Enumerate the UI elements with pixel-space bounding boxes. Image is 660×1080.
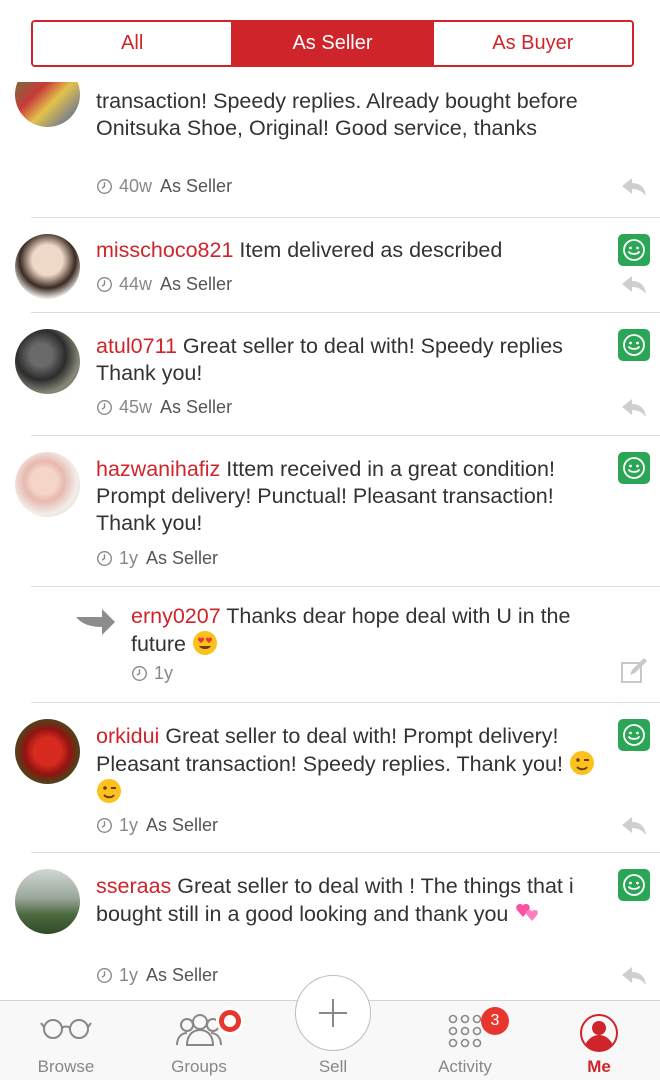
tab-label: Activity bbox=[438, 1057, 492, 1076]
feedback-text: misschoco821 Item delivered as described bbox=[96, 238, 503, 262]
clock-icon bbox=[97, 968, 112, 983]
plus-icon bbox=[319, 999, 347, 1027]
feedback-text: atul0711 Great seller to deal with! Spee… bbox=[96, 334, 563, 385]
tab-label: Browse bbox=[37, 1057, 95, 1076]
sell-button[interactable] bbox=[295, 975, 371, 1051]
avatar[interactable] bbox=[15, 719, 80, 784]
segment-as-buyer[interactable]: As Buyer bbox=[431, 22, 632, 65]
feedback-item: transaction! Speedy replies. Already bou… bbox=[0, 82, 660, 218]
heart-eyes-emoji-icon bbox=[192, 631, 217, 655]
clock-icon bbox=[97, 551, 112, 566]
reply-icon[interactable] bbox=[620, 815, 648, 837]
feedback-time: 1y bbox=[119, 965, 139, 985]
feedback-role: As Seller bbox=[160, 176, 233, 196]
profile-icon bbox=[580, 1014, 618, 1052]
tab-label: Me bbox=[587, 1057, 611, 1076]
feedback-meta: 40w As Seller bbox=[96, 176, 232, 197]
feedback-meta: 44w As Seller bbox=[96, 274, 232, 295]
feedback-text: transaction! Speedy replies. Already bou… bbox=[96, 89, 578, 140]
feedback-meta: 1y As Seller bbox=[96, 965, 218, 986]
feedback-username[interactable]: atul0711 bbox=[96, 334, 177, 358]
positive-rating-icon bbox=[618, 869, 650, 901]
clock-icon bbox=[97, 179, 112, 194]
avatar[interactable] bbox=[15, 329, 80, 394]
positive-rating-icon bbox=[618, 452, 650, 484]
reply-icon[interactable] bbox=[620, 176, 648, 198]
feedback-item: orkidui Great seller to deal with! Promp… bbox=[0, 703, 660, 853]
avatar[interactable] bbox=[15, 869, 80, 934]
reply-arrow-icon bbox=[76, 609, 115, 635]
feedback-time: 40w bbox=[119, 176, 153, 196]
clock-icon bbox=[97, 400, 112, 415]
tab-label: Sell bbox=[318, 1057, 348, 1076]
feedback-item: atul0711 Great seller to deal with! Spee… bbox=[0, 313, 660, 436]
tab-label: Groups bbox=[171, 1057, 227, 1076]
feedback-item: hazwanihafiz Ittem received in a great c… bbox=[0, 436, 660, 587]
feedback-role: As Seller bbox=[160, 274, 233, 294]
dots-grid-icon bbox=[448, 1014, 482, 1048]
avatar[interactable] bbox=[15, 82, 80, 127]
header-bar: All As Seller As Buyer bbox=[0, 0, 660, 82]
edit-icon[interactable] bbox=[620, 657, 648, 685]
feedback-list[interactable]: transaction! Speedy replies. Already bou… bbox=[0, 82, 660, 1000]
feedback-role: As Seller bbox=[146, 815, 219, 835]
segment-as-seller[interactable]: As Seller bbox=[231, 22, 432, 65]
groups-notification-dot bbox=[216, 1007, 244, 1035]
two-hearts-emoji-icon bbox=[516, 904, 539, 921]
feedback-username[interactable]: hazwanihafiz bbox=[96, 457, 220, 481]
feedback-time: 45w bbox=[119, 397, 153, 417]
feedback-username[interactable]: erny0207 bbox=[131, 604, 221, 628]
feedback-meta: 1y bbox=[131, 663, 181, 684]
winking-emoji-icon bbox=[569, 751, 594, 775]
feedback-text: orkidui Great seller to deal with! Promp… bbox=[96, 723, 606, 806]
feedback-item: misschoco821 Item delivered as described… bbox=[0, 218, 660, 313]
tab-sell[interactable]: Sell bbox=[278, 975, 388, 1080]
feedback-text: sseraas Great seller to deal with ! The … bbox=[96, 874, 574, 926]
feedback-filter-segmented-control: All As Seller As Buyer bbox=[31, 20, 634, 67]
positive-rating-icon bbox=[618, 234, 650, 266]
bottom-tab-bar: Browse Groups Sell 3 Activity Me bbox=[0, 975, 660, 1080]
feedback-time: 1y bbox=[119, 548, 139, 568]
feedback-text: hazwanihafiz Ittem received in a great c… bbox=[96, 457, 555, 535]
reply-icon[interactable] bbox=[620, 965, 648, 987]
seller-reply-item: erny0207 Thanks dear hope deal with U in… bbox=[0, 587, 660, 703]
reply-icon[interactable] bbox=[620, 274, 648, 296]
feedback-time: 44w bbox=[119, 274, 153, 294]
feedback-username[interactable]: sseraas bbox=[96, 874, 171, 898]
clock-icon bbox=[97, 277, 112, 292]
avatar[interactable] bbox=[15, 452, 80, 517]
feedback-username[interactable]: orkidui bbox=[96, 724, 159, 748]
clock-icon bbox=[97, 818, 112, 833]
feedback-meta: 1y As Seller bbox=[96, 815, 218, 836]
glasses-icon bbox=[40, 1019, 92, 1039]
tab-me[interactable]: Me bbox=[544, 1001, 654, 1080]
tab-browse[interactable]: Browse bbox=[11, 1001, 121, 1080]
feedback-text: erny0207 Thanks dear hope deal with U in… bbox=[131, 604, 571, 656]
feedback-time: 1y bbox=[119, 815, 139, 835]
avatar[interactable] bbox=[15, 234, 80, 299]
positive-rating-icon bbox=[618, 329, 650, 361]
feedback-role: As Seller bbox=[160, 397, 233, 417]
tab-groups[interactable]: Groups bbox=[144, 1001, 254, 1080]
feedback-meta: 1y As Seller bbox=[96, 548, 218, 569]
positive-rating-icon bbox=[618, 719, 650, 751]
feedback-role: As Seller bbox=[146, 965, 219, 985]
activity-badge: 3 bbox=[481, 1007, 509, 1035]
feedback-role: As Seller bbox=[146, 548, 219, 568]
winking-emoji-icon bbox=[97, 779, 121, 803]
feedback-meta: 45w As Seller bbox=[96, 397, 232, 418]
feedback-time: 1y bbox=[154, 663, 174, 683]
tab-activity[interactable]: 3 Activity bbox=[410, 1001, 520, 1080]
clock-icon bbox=[132, 666, 147, 681]
reply-icon[interactable] bbox=[620, 397, 648, 419]
feedback-username[interactable]: misschoco821 bbox=[96, 238, 233, 262]
segment-all[interactable]: All bbox=[33, 22, 232, 65]
